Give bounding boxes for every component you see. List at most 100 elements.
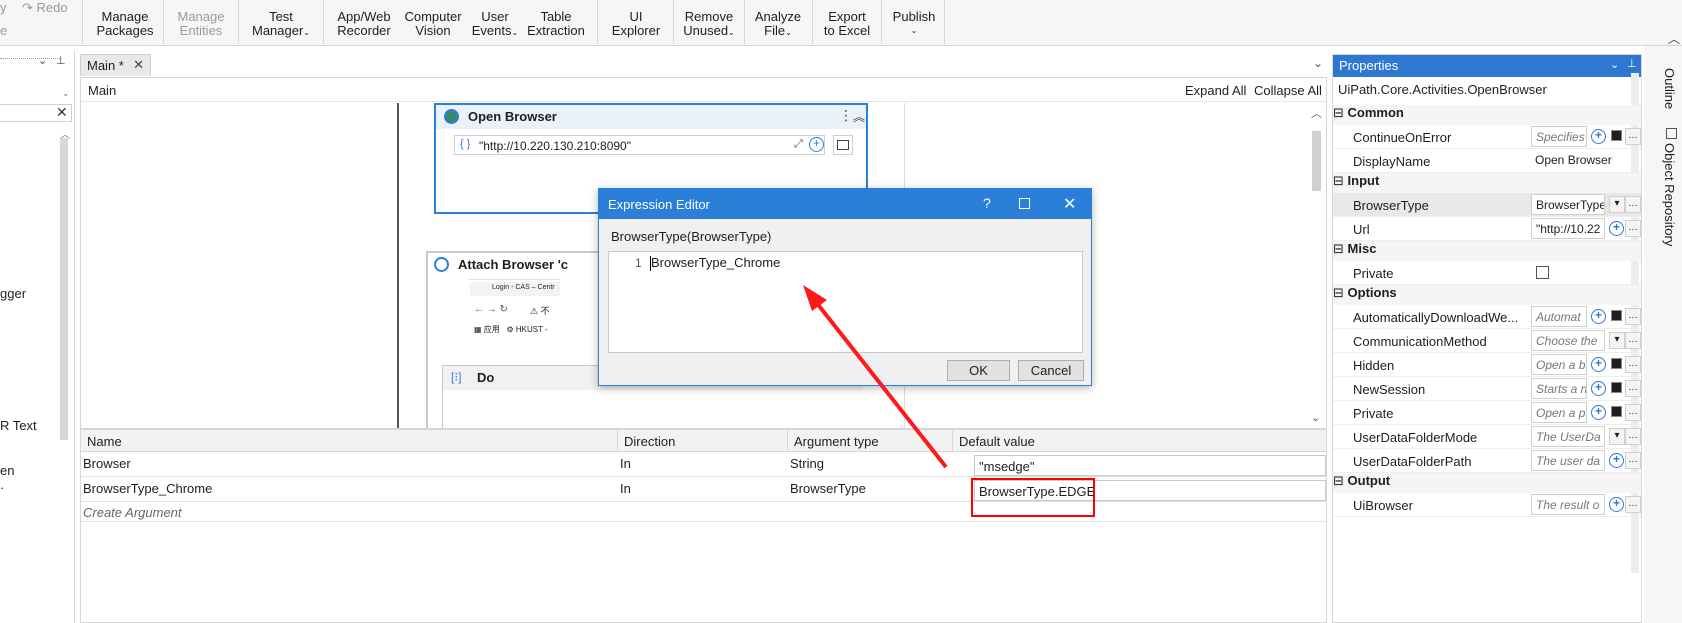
ellipsis-button[interactable]: … [1625, 196, 1641, 213]
create-argument-link[interactable]: Create Argument [81, 501, 182, 523]
property-value-input[interactable]: Starts a n [1531, 378, 1587, 399]
property-row-browsertype[interactable]: BrowserType BrowserType ▾ … [1333, 193, 1641, 217]
toggle-square-icon[interactable] [1611, 358, 1622, 369]
property-row-private-options[interactable]: Private Open a p + … [1333, 401, 1641, 425]
manage-entities-button[interactable]: Manage Entities [168, 10, 234, 38]
table-extraction-button[interactable]: Table Extraction [524, 10, 588, 38]
pin-icon[interactable]: ⊥ [56, 54, 66, 67]
scroll-down-icon[interactable]: ⌄ [1311, 411, 1320, 424]
cancel-button[interactable]: Cancel [1018, 360, 1084, 381]
argument-name[interactable]: Browser [81, 452, 617, 474]
dropdown-button[interactable]: ▾ [1609, 196, 1625, 213]
undo-fragment[interactable]: y [0, 0, 7, 15]
clear-search-icon[interactable]: ✕ [56, 104, 68, 121]
toggle-square-icon[interactable] [1611, 382, 1622, 393]
help-button[interactable]: ? [983, 195, 991, 211]
user-events-button[interactable]: User Events⌄ [470, 10, 520, 40]
column-header-default-value[interactable]: Default value [952, 430, 1326, 452]
publish-button[interactable]: Publish ⌄ [888, 10, 940, 38]
ellipsis-button[interactable]: … [1625, 308, 1641, 325]
argument-type[interactable]: String [788, 452, 824, 474]
expand-all-link[interactable]: Expand All [1185, 83, 1246, 98]
scrollbar-thumb[interactable] [60, 138, 68, 440]
add-variable-icon[interactable]: + [1591, 357, 1606, 372]
redo-button[interactable]: ↷ Redo [22, 0, 68, 16]
add-variable-icon[interactable]: + [1591, 129, 1606, 144]
export-to-excel-button[interactable]: Export to Excel [818, 10, 876, 38]
add-variable-icon[interactable]: + [1591, 405, 1606, 420]
ellipsis-button[interactable]: … [1625, 452, 1641, 469]
add-variable-icon[interactable]: + [1609, 221, 1624, 236]
toggle-square-icon[interactable] [1611, 130, 1622, 141]
property-row-displayname[interactable]: DisplayName Open Browser [1333, 149, 1641, 173]
toggle-square-icon[interactable] [1611, 310, 1622, 321]
property-value-input[interactable]: BrowserType [1531, 194, 1605, 215]
argument-direction[interactable]: In [618, 452, 631, 474]
canvas-scrollbar-thumb[interactable] [1312, 131, 1321, 191]
private-checkbox[interactable] [1536, 266, 1549, 279]
tab-main[interactable]: Main * ✕ [80, 54, 151, 76]
dropdown-button[interactable]: ▾ [1609, 428, 1625, 445]
property-row-private-misc[interactable]: Private [1333, 261, 1641, 285]
test-manager-button[interactable]: Test Manager⌄ [245, 10, 317, 40]
add-variable-icon[interactable]: + [1591, 381, 1606, 396]
property-value-input[interactable]: Open a b [1531, 354, 1587, 375]
category-output[interactable]: ⊟ Output [1333, 473, 1641, 493]
column-header-argument-type[interactable]: Argument type [787, 430, 952, 452]
ellipsis-button[interactable]: … [1625, 380, 1641, 397]
category-options[interactable]: ⊟ Options [1333, 285, 1641, 305]
left-item-screen[interactable]: en [0, 463, 14, 478]
column-header-name[interactable]: Name [81, 430, 617, 452]
close-tab-icon[interactable]: ✕ [133, 57, 144, 73]
argument-name[interactable]: BrowserType_Chrome [81, 477, 617, 499]
property-row-communicationmethod[interactable]: CommunicationMethod Choose the ▾ … [1333, 329, 1641, 353]
collapse-activity-icon[interactable]: ︽ [853, 108, 865, 125]
property-row-userdatafolderpath[interactable]: UserDataFolderPath The user da + … [1333, 449, 1641, 473]
maximize-icon[interactable] [1019, 198, 1030, 209]
ellipsis-button[interactable]: … [1625, 428, 1641, 445]
collapse-ribbon-icon[interactable]: ︿ [1668, 30, 1680, 47]
category-misc[interactable]: ⊟ Misc [1333, 241, 1641, 261]
app-web-recorder-button[interactable]: App/Web Recorder [332, 10, 396, 38]
property-value-input[interactable]: The user da [1531, 450, 1605, 471]
ellipsis-button[interactable]: … [1625, 496, 1641, 513]
dropdown-button[interactable]: ▾ [1609, 332, 1625, 349]
argument-type[interactable]: BrowserType [788, 477, 866, 499]
ellipsis-button[interactable]: … [1625, 128, 1641, 145]
property-row-newsession[interactable]: NewSession Starts a n + … [1333, 377, 1641, 401]
toggle-square-icon[interactable] [1611, 406, 1622, 417]
computer-vision-button[interactable]: Computer Vision [400, 10, 466, 38]
add-variable-icon[interactable]: + [809, 137, 824, 152]
property-row-automaticallydownload[interactable]: AutomaticallyDownloadWe... Automat + … [1333, 305, 1641, 329]
category-input[interactable]: ⊟ Input [1333, 173, 1641, 193]
property-value-input[interactable]: Specifies [1531, 126, 1587, 147]
ellipsis-button[interactable]: … [1625, 220, 1641, 237]
property-row-hidden[interactable]: Hidden Open a b + … [1333, 353, 1641, 377]
breadcrumb-main[interactable]: Main [88, 83, 116, 98]
chevron-down-icon[interactable]: ⌄ [1610, 58, 1619, 71]
property-value-input[interactable]: Choose the [1531, 330, 1605, 351]
pin-icon[interactable]: ⊥ [1627, 57, 1637, 70]
property-row-continueonerror[interactable]: ContinueOnError Specifies + … [1333, 125, 1641, 149]
property-value-input[interactable]: The result o [1531, 494, 1605, 515]
filter-chevron-icon[interactable]: ⌄ [62, 88, 70, 99]
chevron-down-icon[interactable]: ⌄ [38, 54, 47, 67]
ellipsis-button[interactable]: … [1625, 332, 1641, 349]
add-variable-icon[interactable]: + [1591, 309, 1606, 324]
argument-direction[interactable]: In [618, 477, 631, 499]
property-value-input[interactable]: Open Browser [1531, 150, 1626, 171]
property-row-url[interactable]: Url "http://10.22 + … [1333, 217, 1641, 241]
close-icon[interactable]: ✕ [1063, 194, 1076, 214]
tab-list-chevron-icon[interactable]: ⌄ [1313, 56, 1323, 70]
add-variable-icon[interactable]: + [1609, 497, 1624, 512]
expression-text-editor[interactable]: 1 BrowserType_Chrome [608, 251, 1083, 353]
left-item-ocr-text[interactable]: R Text [0, 418, 37, 433]
property-value-input[interactable]: Automat [1531, 306, 1587, 327]
left-item-fragment[interactable]: · [0, 480, 4, 495]
property-row-userdatafoldermode[interactable]: UserDataFolderMode The UserDa ▾ … [1333, 425, 1641, 449]
property-value-input[interactable]: "http://10.22 [1531, 218, 1605, 239]
property-row-uibrowser[interactable]: UiBrowser The result o + … [1333, 493, 1641, 517]
ui-explorer-button[interactable]: UI Explorer [606, 10, 666, 38]
url-field[interactable]: { } "http://10.220.130.210:8090" ⤢ + [454, 135, 825, 155]
object-repository-tab[interactable]: Object Repository [1662, 143, 1677, 246]
